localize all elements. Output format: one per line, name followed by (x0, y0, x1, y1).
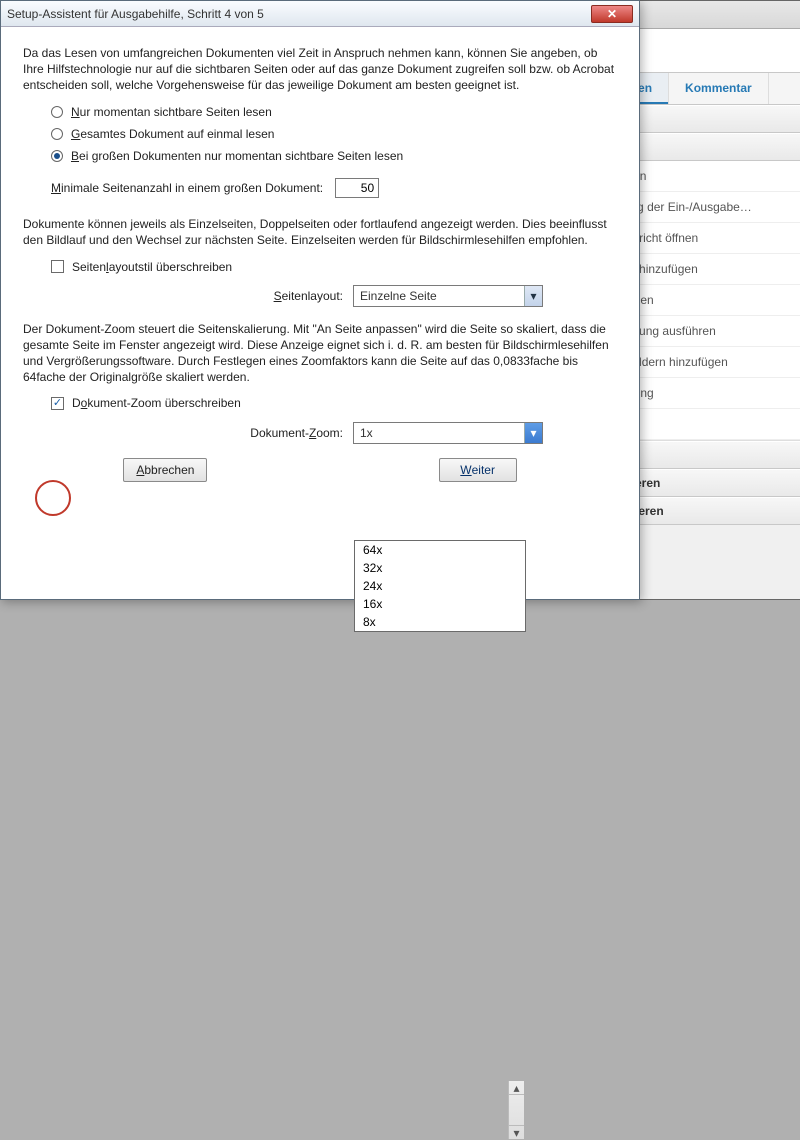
layout-combo-row: Seitenlayout: Einzelne Seite ▾ (23, 285, 617, 307)
radio-icon (51, 150, 63, 162)
radio-icon (51, 128, 63, 140)
tab-kommentar[interactable]: Kommentar (669, 73, 769, 104)
zoom-combo[interactable]: 1x ▾ (353, 422, 543, 444)
zoom-option[interactable]: 64x (355, 541, 525, 559)
min-pages-input[interactable] (335, 178, 379, 198)
scroll-down-icon[interactable]: ▾ (509, 1125, 524, 1139)
layout-intro: Dokumente können jeweils als Einzelseite… (23, 216, 617, 248)
layout-label: Seitenlayout: (23, 288, 343, 304)
zoom-dropdown-list[interactable]: 64x 32x 24x 16x 8x ▴ ▾ (354, 540, 526, 632)
intro-text: Da das Lesen von umfangreichen Dokumente… (23, 45, 617, 94)
wizard-body: Da das Lesen von umfangreichen Dokumente… (1, 27, 639, 500)
chevron-down-icon: ▾ (524, 423, 542, 443)
override-layout-check[interactable]: Seitenlayoutstil überschreiben (51, 259, 617, 275)
min-pages-row: Minimale Seitenanzahl in einem großen Do… (51, 178, 617, 198)
layout-combo[interactable]: Einzelne Seite ▾ (353, 285, 543, 307)
zoom-option[interactable]: 16x (355, 595, 525, 613)
zoom-option[interactable]: 32x (355, 559, 525, 577)
zoom-label: Dokument-Zoom: (23, 425, 343, 441)
radio-icon (51, 106, 63, 118)
min-pages-label: Minimale Seitenanzahl in einem großen Do… (51, 180, 323, 196)
checkbox-icon (51, 260, 64, 273)
override-zoom-check[interactable]: Dokument-Zoom überschreiben (51, 395, 617, 411)
zoom-option[interactable]: 8x (355, 613, 525, 631)
next-button[interactable]: Weiter (439, 458, 517, 482)
checkbox-icon (51, 397, 64, 410)
radio-whole-doc[interactable]: Gesamtes Dokument auf einmal lesen (51, 126, 617, 142)
scroll-up-icon[interactable]: ▴ (509, 1081, 524, 1095)
zoom-combo-row: Dokument-Zoom: 1x ▾ (23, 422, 617, 444)
cancel-button[interactable]: Abbrechen (123, 458, 207, 482)
radio-large-docs[interactable]: Bei großen Dokumenten nur momentan sicht… (51, 148, 617, 164)
zoom-intro: Der Dokument-Zoom steuert die Seitenskal… (23, 321, 617, 386)
dropdown-scrollbar[interactable]: ▴ ▾ (508, 1081, 524, 1139)
wizard-dialog: Setup-Assistent für Ausgabehilfe, Schrit… (0, 0, 640, 600)
close-icon[interactable]: ✕ (591, 5, 633, 23)
radio-visible-pages[interactable]: Nur momentan sichtbare Seiten lesen (51, 104, 617, 120)
wizard-title: Setup-Assistent für Ausgabehilfe, Schrit… (7, 7, 591, 21)
zoom-option[interactable]: 24x (355, 577, 525, 595)
wizard-titlebar: Setup-Assistent für Ausgabehilfe, Schrit… (1, 1, 639, 27)
chevron-down-icon: ▾ (524, 286, 542, 306)
button-row: Abbrechen ~~~~~~~~~~~~~~~~~~~~~~~~~~~ We… (23, 458, 617, 482)
